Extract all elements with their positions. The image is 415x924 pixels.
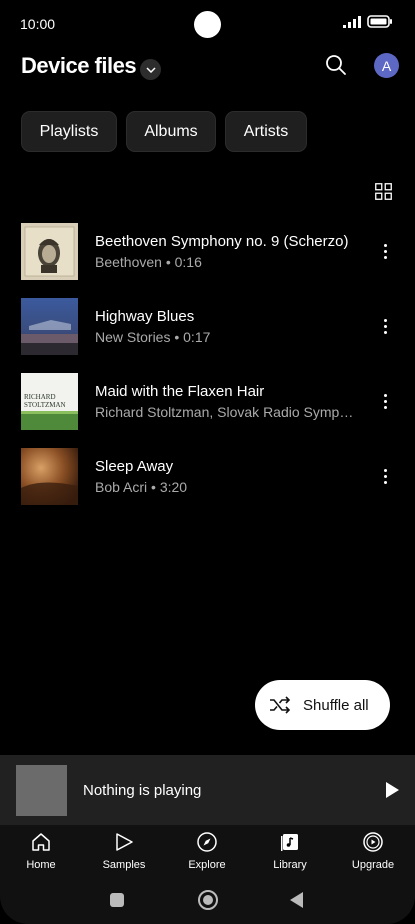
phone-screen: 10:00 Device files A Playlists Albums Ar…: [0, 0, 415, 924]
nav-label: Samples: [102, 859, 146, 871]
nav-label: Library: [273, 859, 307, 871]
bottom-nav: Home Samples Explore Library Upgrade: [0, 825, 415, 881]
explore-icon: [197, 832, 217, 852]
battery-icon: [367, 15, 392, 28]
chip-albums[interactable]: Albums: [126, 111, 216, 152]
samples-icon: [116, 833, 133, 851]
search-icon: [326, 55, 346, 75]
home-icon: [32, 833, 50, 851]
shuffle-all-button[interactable]: Shuffle all: [255, 680, 390, 730]
nav-explore[interactable]: Explore: [172, 831, 242, 877]
track-title: Sleep Away: [95, 458, 174, 475]
home-button[interactable]: [198, 890, 218, 910]
chip-artists[interactable]: Artists: [225, 111, 307, 152]
status-time: 10:00: [20, 16, 56, 32]
mini-player[interactable]: Nothing is playing: [0, 755, 415, 825]
track-row[interactable]: RICHARD STOLTZMAN Maid with the Flaxen H…: [0, 373, 415, 433]
track-subtitle: Richard Stoltzman, Slovak Radio Symp…: [95, 404, 354, 420]
shuffle-icon: [270, 696, 291, 714]
chevron-down-icon: [145, 66, 156, 73]
page-title: Device files: [21, 53, 137, 78]
album-art: RICHARD STOLTZMAN: [21, 373, 78, 430]
album-art-text: STOLTZMAN: [24, 401, 66, 409]
play-icon: [386, 782, 399, 798]
avatar[interactable]: A: [374, 53, 399, 78]
track-row[interactable]: Sleep Away Bob Acri • 3:20: [0, 448, 415, 508]
grid-view-button[interactable]: [375, 183, 392, 200]
album-art: [21, 298, 78, 355]
grid-icon: [375, 183, 392, 200]
track-subtitle: Bob Acri • 3:20: [95, 479, 188, 495]
track-title: Highway Blues: [95, 308, 195, 325]
status-icons: [343, 15, 393, 28]
chip-playlists[interactable]: Playlists: [21, 111, 117, 152]
upgrade-icon: [363, 832, 383, 852]
track-subtitle: New Stories • 0:17: [95, 329, 211, 345]
library-icon: [281, 834, 298, 851]
play-button[interactable]: [384, 782, 400, 798]
status-bar: 10:00: [0, 0, 415, 48]
track-title: Beethoven Symphony no. 9 (Scherzo): [95, 233, 349, 250]
nav-samples[interactable]: Samples: [89, 831, 159, 877]
track-row[interactable]: Highway Blues New Stories • 0:17: [0, 298, 415, 358]
shuffle-all-label: Shuffle all: [303, 696, 369, 714]
system-nav-bar: [0, 881, 415, 924]
recents-button[interactable]: [110, 893, 124, 907]
nav-label: Explore: [188, 859, 226, 871]
album-art: [21, 223, 78, 280]
album-art-text: RICHARD: [24, 393, 56, 401]
now-playing-art: [16, 765, 67, 816]
nav-library[interactable]: Library: [255, 831, 325, 877]
more-options-button[interactable]: [376, 467, 394, 485]
more-options-button[interactable]: [376, 242, 394, 260]
track-subtitle: Beethoven • 0:16: [95, 254, 202, 270]
title-dropdown-button[interactable]: [140, 59, 161, 80]
back-button[interactable]: [290, 892, 303, 908]
signal-icon: [343, 15, 361, 28]
nav-upgrade[interactable]: Upgrade: [338, 831, 408, 877]
search-button[interactable]: [324, 53, 348, 77]
more-options-button[interactable]: [376, 392, 394, 410]
nav-home[interactable]: Home: [6, 831, 76, 877]
track-row[interactable]: Beethoven Symphony no. 9 (Scherzo) Beeth…: [0, 223, 415, 283]
album-art: [21, 448, 78, 505]
track-title: Maid with the Flaxen Hair: [95, 383, 265, 400]
now-playing-text: Nothing is playing: [83, 782, 202, 799]
camera-cutout: [194, 11, 221, 38]
nav-label: Upgrade: [351, 859, 395, 871]
more-options-button[interactable]: [376, 317, 394, 335]
nav-label: Home: [26, 859, 56, 871]
